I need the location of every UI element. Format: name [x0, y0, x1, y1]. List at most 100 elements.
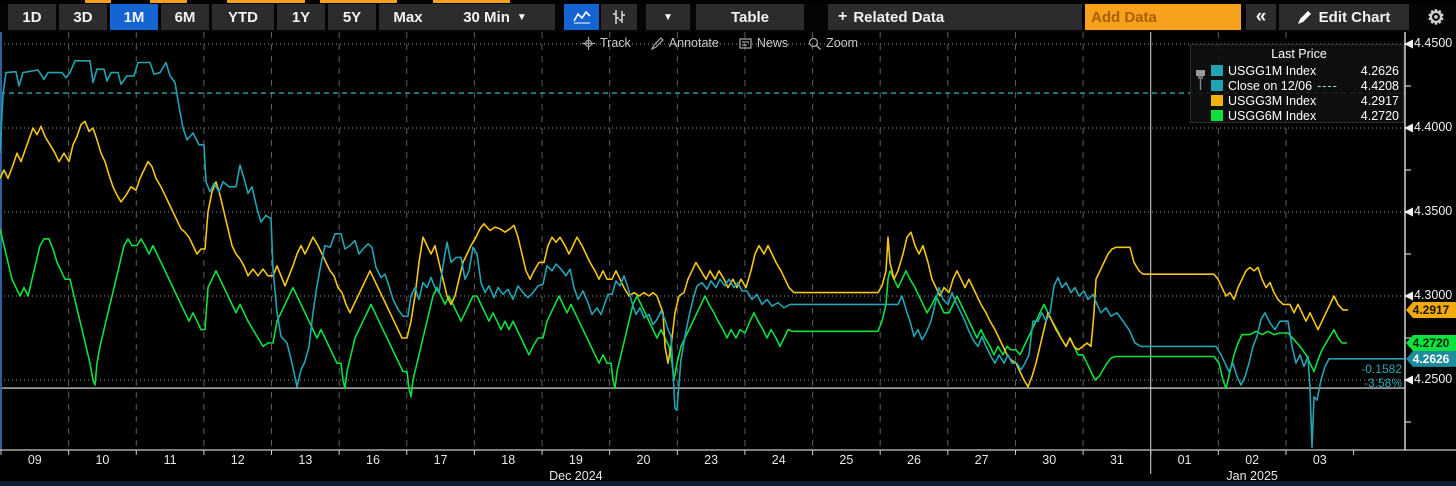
legend-item[interactable]: USGG1M Index 4.2626: [1211, 63, 1399, 78]
legend-label: USGG1M Index: [1228, 64, 1316, 78]
range-button-6m[interactable]: 6M: [161, 4, 209, 30]
edit-chart-label: Edit Chart: [1319, 9, 1391, 26]
settings-button[interactable]: ⚙: [1420, 4, 1452, 30]
y-axis-tick-label: 4.4000: [1414, 120, 1452, 134]
zoom-label: Zoom: [826, 36, 858, 50]
y-axis-tick-label: 4.3000: [1414, 288, 1452, 302]
x-axis-day-label: 03: [1298, 453, 1342, 467]
x-axis-day-label: 10: [80, 453, 124, 467]
pushpin-icon[interactable]: [1195, 69, 1206, 91]
x-axis-day-label: 20: [621, 453, 665, 467]
legend-swatch: [1211, 80, 1223, 91]
x-axis-day-label: 02: [1230, 453, 1274, 467]
line-chart-type-button[interactable]: [564, 4, 599, 30]
crosshair-icon: [582, 37, 595, 50]
annotate-tool[interactable]: Annotate: [651, 36, 719, 50]
legend-item[interactable]: Close on 12/06 ---- 4.4208: [1211, 78, 1399, 93]
chart-tools-bar: Track Annotate News Zoom: [582, 36, 858, 50]
legend-value: 4.2626: [1361, 64, 1399, 78]
range-button-1m[interactable]: 1M: [110, 4, 158, 30]
legend-value: 4.2917: [1361, 94, 1399, 108]
last-price-badge: 4.2626: [1406, 351, 1456, 367]
track-label: Track: [600, 36, 631, 50]
top-accent-segment: [320, 0, 397, 3]
top-accent-segment: [85, 0, 111, 3]
top-accent-segment: [227, 0, 305, 3]
range-button-1y[interactable]: 1Y: [277, 4, 325, 30]
x-axis-day-label: 01: [1163, 453, 1207, 467]
interval-dropdown[interactable]: 30 Min ▼: [435, 4, 555, 30]
legend-rows: USGG1M Index 4.2626 Close on 12/06 ---- 4.42…: [1211, 63, 1399, 123]
net-change-label: -0.1582: [1332, 362, 1402, 376]
annotate-label: Annotate: [669, 36, 719, 50]
last-price-badge: 4.2917: [1406, 302, 1456, 318]
top-accent-strip: [0, 0, 1456, 4]
news-icon: [739, 37, 752, 50]
legend-label: USGG6M Index: [1228, 109, 1316, 123]
range-button-5y[interactable]: 5Y: [328, 4, 376, 30]
chart-options-dropdown[interactable]: ▼: [646, 4, 690, 30]
pencil-icon: [1298, 10, 1312, 24]
edit-chart-button[interactable]: Edit Chart: [1279, 4, 1409, 30]
news-label: News: [757, 36, 788, 50]
chevron-down-icon: ▼: [663, 12, 673, 23]
bar-chart-type-button[interactable]: [601, 4, 637, 30]
x-axis-day-label: 16: [351, 453, 395, 467]
table-button[interactable]: Table: [696, 4, 804, 30]
x-axis-month-label: Dec 2024: [549, 469, 603, 483]
chart-toolbar: 1D3D1M6MYTD1Y5YMax 30 Min ▼ ▼: [0, 0, 1456, 32]
x-axis-day-label: 26: [892, 453, 936, 467]
x-axis-day-label: 13: [283, 453, 327, 467]
legend-item[interactable]: USGG3M Index 4.2917: [1211, 93, 1399, 108]
double-chevron-left-icon: «: [1256, 6, 1267, 28]
legend-item[interactable]: USGG6M Index 4.2720: [1211, 108, 1399, 123]
legend-swatch: [1211, 65, 1223, 76]
interval-label: 30 Min: [463, 9, 510, 26]
line-chart-icon: [573, 10, 591, 24]
top-accent-segment: [150, 0, 187, 3]
x-axis-day-label: 17: [419, 453, 463, 467]
dashed-line-sample: ----: [1317, 79, 1338, 93]
related-data-button[interactable]: + Related Data: [828, 4, 1082, 30]
range-button-3d[interactable]: 3D: [59, 4, 107, 30]
x-axis-day-label: 25: [824, 453, 868, 467]
x-axis-day-label: 24: [757, 453, 801, 467]
x-axis-day-label: 18: [486, 453, 530, 467]
legend-title: Last Price: [1211, 46, 1399, 63]
legend-value: 4.2720: [1361, 109, 1399, 123]
y-axis-tick-label: 4.4500: [1414, 36, 1452, 50]
track-tool[interactable]: Track: [582, 36, 631, 50]
range-button-ytd[interactable]: YTD: [212, 4, 274, 30]
x-axis-day-label: 31: [1095, 453, 1139, 467]
y-axis-tick-label: 4.3500: [1414, 204, 1452, 218]
pct-change-label: -3.58%: [1332, 376, 1402, 390]
legend-swatch: [1211, 95, 1223, 106]
x-axis-month-label: Jan 2025: [1226, 469, 1277, 483]
legend-value: 4.4208: [1361, 79, 1399, 93]
candlestick-icon: [611, 9, 627, 25]
range-button-max[interactable]: Max: [379, 4, 437, 30]
x-axis-day-label: 30: [1027, 453, 1071, 467]
legend-label: USGG3M Index: [1228, 94, 1316, 108]
news-tool[interactable]: News: [739, 36, 788, 50]
collapse-toolbar-button[interactable]: «: [1246, 4, 1276, 30]
table-button-label: Table: [731, 9, 769, 26]
magnifier-icon: [808, 37, 821, 50]
zoom-tool[interactable]: Zoom: [808, 36, 858, 50]
top-accent-segment: [433, 0, 510, 3]
related-data-label: Related Data: [853, 9, 944, 26]
x-axis-day-label: 27: [960, 453, 1004, 467]
range-button-1d[interactable]: 1D: [8, 4, 56, 30]
chevron-down-icon: ▼: [517, 12, 527, 23]
x-axis-day-label: 12: [216, 453, 260, 467]
y-axis-tick-label: 4.2500: [1414, 372, 1452, 386]
x-axis-day-label: 23: [689, 453, 733, 467]
add-data-input[interactable]: [1085, 4, 1241, 30]
annotate-pencil-icon: [651, 37, 664, 50]
legend-panel: Last Price USGG1M Index4.2626Close on 12…: [1190, 44, 1404, 123]
plus-icon: +: [838, 8, 847, 26]
legend-label: Close on 12/06: [1228, 79, 1312, 93]
gear-icon: ⚙: [1427, 5, 1445, 30]
x-axis-day-label: 09: [13, 453, 57, 467]
x-axis-day-label: 19: [554, 453, 598, 467]
